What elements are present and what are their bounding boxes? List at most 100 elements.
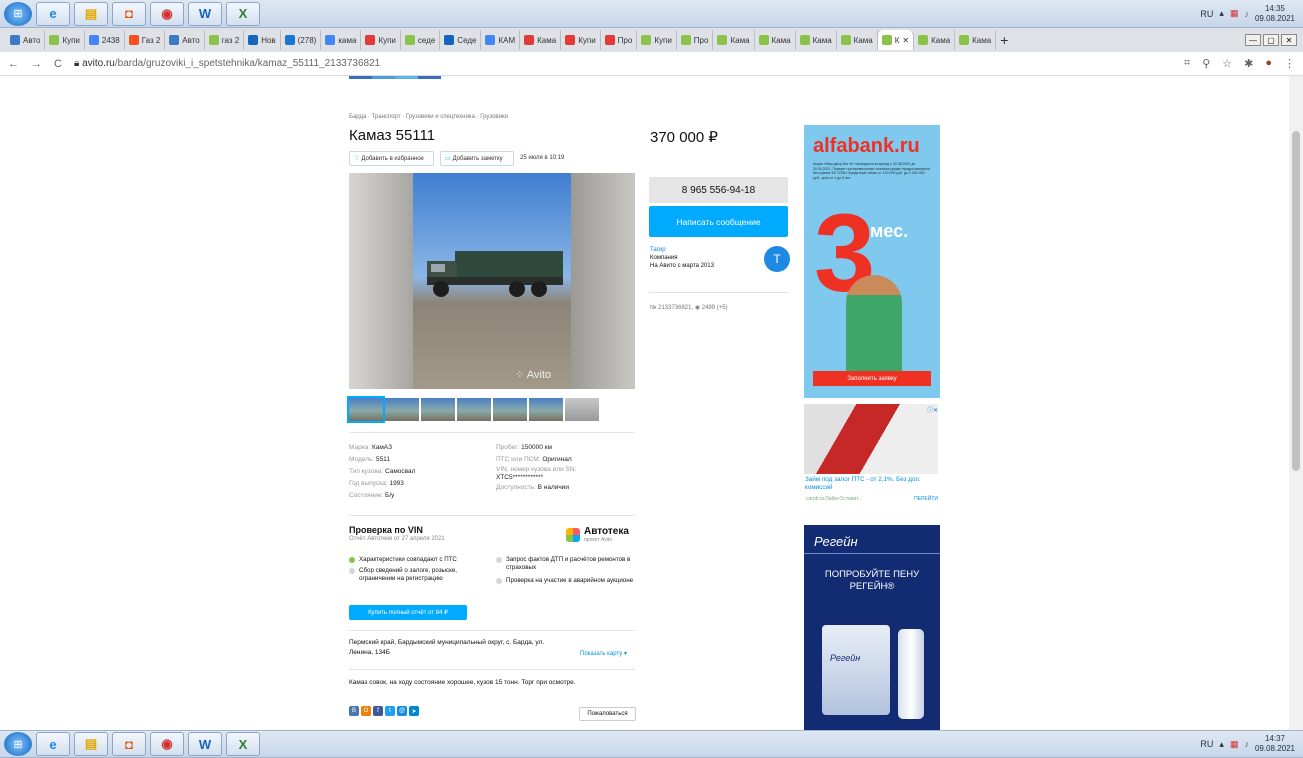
- loan-ad[interactable]: ⓘ✕ Займ под залог ПТС - от 2,1%. Без доп…: [804, 404, 940, 514]
- thumbnail[interactable]: [493, 398, 527, 421]
- facebook-icon[interactable]: f: [373, 706, 383, 716]
- seller-avatar[interactable]: Т: [764, 246, 790, 272]
- browser-tab[interactable]: К ✕: [877, 30, 915, 50]
- url-field[interactable]: 🔒︎ avito.ru/barda/gruzoviki_i_spetstehni…: [74, 58, 380, 69]
- extensions-icon[interactable]: ✱: [1244, 57, 1253, 70]
- ok-icon[interactable]: О: [361, 706, 371, 716]
- back-icon[interactable]: ←: [8, 58, 19, 70]
- language-indicator[interactable]: RU: [1200, 739, 1213, 749]
- thumbnail[interactable]: [385, 398, 419, 421]
- browser-tab[interactable]: Кама: [520, 30, 562, 50]
- thumbnail[interactable]: [421, 398, 455, 421]
- browser-tab[interactable]: Кама: [796, 30, 837, 50]
- seller-name[interactable]: Тагир: [650, 246, 714, 254]
- telegram-icon[interactable]: ➤: [409, 706, 419, 716]
- alfabank-ad[interactable]: alfabank.ru Акция «Наш двор без %» прово…: [804, 125, 940, 398]
- browser-tab[interactable]: газ 2: [205, 30, 245, 50]
- chrome-taskbar-icon[interactable]: ◉: [150, 732, 184, 756]
- browser-tab[interactable]: Седе: [440, 30, 482, 50]
- twitter-icon[interactable]: t: [385, 706, 395, 716]
- loan-ad-go[interactable]: ПЕРЕЙТИ: [914, 496, 938, 502]
- thumbnail[interactable]: [529, 398, 563, 421]
- browser-tab[interactable]: 2438: [85, 30, 125, 50]
- word-taskbar-icon[interactable]: W: [188, 732, 222, 756]
- regein-ad[interactable]: Регейн ПОПРОБУЙТЕ ПЕНУ РЕГЕЙН® Регейн: [804, 525, 940, 730]
- show-map-link[interactable]: Показать карту ▾: [580, 650, 627, 657]
- browser-tab[interactable]: Кама: [755, 30, 796, 50]
- browser-tab[interactable]: Нов: [244, 30, 281, 50]
- ie-taskbar-icon[interactable]: e: [36, 1, 70, 26]
- browser-tab[interactable]: Авто: [6, 30, 46, 50]
- adchoices-icon[interactable]: ⓘ✕: [927, 405, 938, 414]
- clock[interactable]: 14:35 09.08.2021: [1255, 4, 1295, 24]
- scrollbar-thumb[interactable]: [1292, 131, 1300, 471]
- translate-icon[interactable]: ⌗: [1184, 57, 1190, 70]
- browser-tab[interactable]: Кама: [837, 30, 878, 50]
- alfabank-apply-button[interactable]: Заполнить заявку: [813, 371, 931, 386]
- network-icon[interactable]: ▦: [1230, 8, 1239, 19]
- browser-tab[interactable]: Кама: [713, 30, 755, 50]
- add-favorite-button[interactable]: ♡ Добавить в избранное: [349, 151, 434, 166]
- zoom-icon[interactable]: ⚲: [1202, 57, 1210, 70]
- browser-tab[interactable]: Авто: [165, 30, 205, 50]
- maximize-icon[interactable]: ▢: [1263, 34, 1279, 46]
- explorer-taskbar-icon[interactable]: ▤: [74, 1, 108, 26]
- tab-label: газ 2: [221, 35, 240, 45]
- page-scrollbar[interactable]: [1289, 76, 1303, 730]
- bookmark-star-icon[interactable]: ☆: [1222, 57, 1232, 70]
- loan-ad-text[interactable]: Займ под залог ПТС - от 2,1%. Без доп. к…: [804, 476, 940, 492]
- thumbnail[interactable]: [565, 398, 599, 421]
- add-note-button[interactable]: ▭ Добавить заметку: [440, 151, 514, 166]
- browser-tab[interactable]: Купи: [361, 30, 401, 50]
- buy-report-button[interactable]: Купить полный отчёт от 84 ₽: [349, 605, 467, 620]
- listing-id: № 2133736821,: [650, 305, 694, 311]
- browser-tab[interactable]: Купи: [637, 30, 677, 50]
- start-button[interactable]: ⊞: [4, 1, 32, 26]
- vk-icon[interactable]: В: [349, 706, 359, 716]
- clock[interactable]: 14:37 09.08.2021: [1255, 734, 1295, 754]
- complain-button[interactable]: Пожаловаться: [579, 707, 636, 721]
- mail-icon[interactable]: @: [397, 706, 407, 716]
- language-indicator[interactable]: RU: [1200, 9, 1213, 19]
- new-tab-button[interactable]: +: [996, 30, 1030, 50]
- chrome-taskbar-icon[interactable]: ◉: [150, 1, 184, 26]
- start-button[interactable]: ⊞: [4, 732, 32, 756]
- browser-tab[interactable]: Кама: [955, 30, 997, 50]
- main-photo[interactable]: ⁘ Avito: [349, 173, 635, 389]
- speaker-icon[interactable]: ♪: [1244, 9, 1249, 19]
- browser-tab[interactable]: (278): [281, 30, 322, 50]
- office-taskbar-icon[interactable]: ◘: [112, 1, 146, 26]
- reload-icon[interactable]: C: [54, 58, 62, 70]
- thumbnail[interactable]: [347, 396, 385, 423]
- word-taskbar-icon[interactable]: W: [188, 1, 222, 26]
- phone-button[interactable]: 8 965 556-94-18: [649, 177, 788, 203]
- explorer-taskbar-icon[interactable]: ▤: [74, 732, 108, 756]
- browser-tab[interactable]: седе: [401, 30, 441, 50]
- office-taskbar-icon[interactable]: ◘: [112, 732, 146, 756]
- network-icon[interactable]: ▦: [1230, 739, 1239, 750]
- tray-arrow-icon[interactable]: ▴: [1219, 739, 1224, 750]
- menu-icon[interactable]: ⋮: [1284, 57, 1295, 70]
- tab-favicon-icon: [88, 35, 99, 45]
- browser-tab[interactable]: Купи: [45, 30, 85, 50]
- breadcrumb[interactable]: Барда · Транспорт · Грузовики и спецтехн…: [349, 114, 508, 120]
- ie-taskbar-icon[interactable]: e: [36, 732, 70, 756]
- browser-tab[interactable]: Купи: [561, 30, 601, 50]
- minimize-icon[interactable]: —: [1245, 34, 1261, 46]
- browser-tab[interactable]: Про: [677, 30, 714, 50]
- excel-taskbar-icon[interactable]: X: [226, 732, 260, 756]
- browser-tab[interactable]: Про: [601, 30, 638, 50]
- browser-tab[interactable]: Газ 2: [125, 30, 166, 50]
- write-message-button[interactable]: Написать сообщение: [649, 206, 788, 237]
- forward-icon[interactable]: →: [31, 58, 42, 70]
- speaker-icon[interactable]: ♪: [1244, 739, 1249, 749]
- excel-taskbar-icon[interactable]: X: [226, 1, 260, 26]
- browser-tab[interactable]: Кама: [914, 30, 956, 50]
- thumbnail[interactable]: [457, 398, 491, 421]
- browser-tab[interactable]: кама: [321, 30, 362, 50]
- tab-close-icon[interactable]: ✕: [902, 36, 909, 45]
- close-window-icon[interactable]: ✕: [1281, 34, 1297, 46]
- browser-tab[interactable]: КАМ: [481, 30, 521, 50]
- profile-avatar[interactable]: ●: [1265, 57, 1272, 70]
- tray-arrow-icon[interactable]: ▴: [1219, 8, 1224, 19]
